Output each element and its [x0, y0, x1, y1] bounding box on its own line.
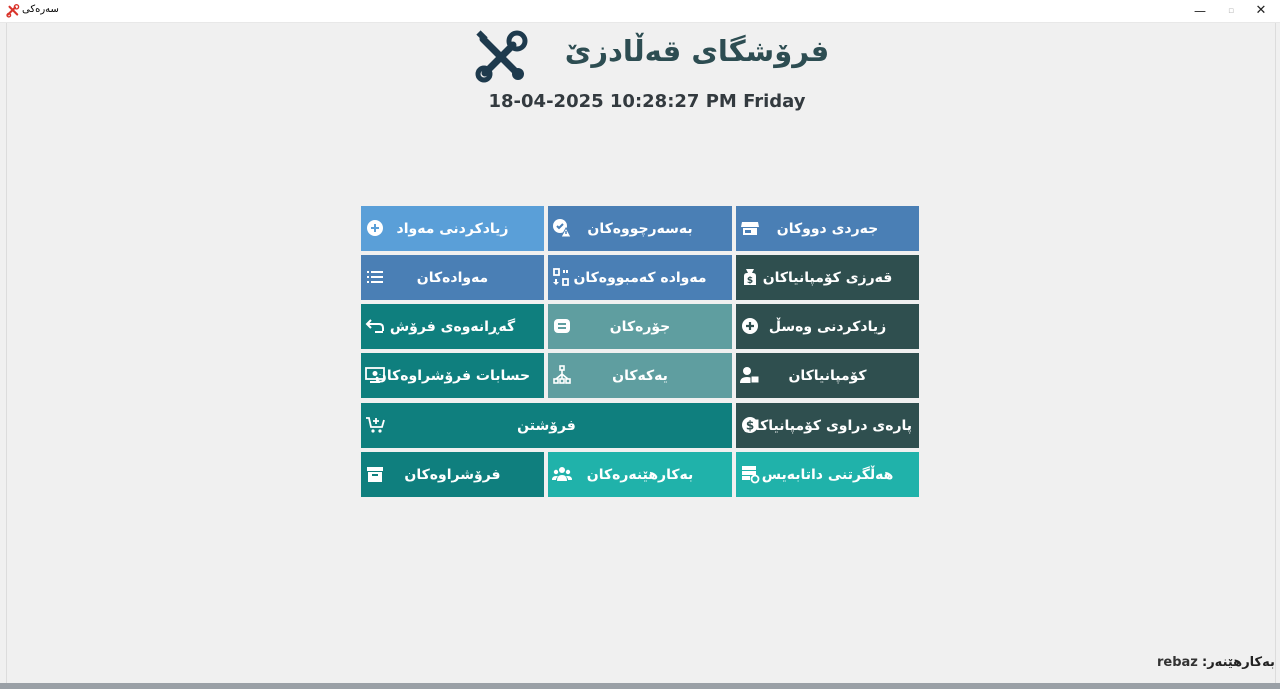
window-title: سەرەکی — [22, 4, 59, 15]
close-button[interactable]: ✕ — [1251, 3, 1271, 19]
items-button[interactable]: مەوادەکان — [361, 255, 544, 300]
hierarchy-icon — [552, 365, 572, 385]
plus-circle-icon — [740, 316, 760, 336]
company-debts-label: قەرزی کۆمپانیاکان — [762, 269, 893, 286]
selling-button[interactable]: فرۆشتن — [361, 403, 732, 448]
svg-text:$: $ — [746, 419, 754, 433]
units-label: یەکەکان — [612, 367, 668, 384]
users-label: بەکارهێنەرەکان — [586, 466, 694, 483]
backup-database-button[interactable]: هەڵگرتنی داتابەیس — [736, 452, 919, 497]
cash-register-icon — [365, 365, 385, 385]
selling-label: فرۆشتن — [517, 417, 576, 434]
maximize-button[interactable]: ▫ — [1221, 3, 1241, 19]
sold-items-button[interactable]: فرۆشراوەکان — [361, 452, 544, 497]
company-debts-button[interactable]: $ قەرزی کۆمپانیاکان — [736, 255, 919, 300]
store-icon — [740, 218, 760, 238]
expired-label: بەسەرچووەکان — [587, 220, 693, 237]
database-backup-icon — [740, 464, 760, 484]
companies-label: کۆمپانیاکان — [788, 367, 867, 384]
list-icon — [365, 267, 385, 287]
sales-accounts-label: حسابات فرۆشراوەکان — [374, 367, 531, 384]
category-icon — [552, 316, 572, 336]
company-payments-button[interactable]: $ پارەی دراوی کۆمپانیاکان — [736, 403, 919, 448]
low-stock-label: مەوادە کەمبووەکان — [573, 269, 707, 286]
categories-button[interactable]: جۆرەکان — [548, 304, 732, 349]
minimize-button[interactable]: — — [1190, 3, 1210, 19]
shop-inventory-label: جەردی دووکان — [776, 220, 879, 237]
units-button[interactable]: یەکەکان — [548, 353, 732, 398]
svg-text:$: $ — [747, 276, 753, 286]
add-receipt-button[interactable]: زیادکردنی وەسڵ — [736, 304, 919, 349]
shop-inventory-button[interactable]: جەردی دووکان — [736, 206, 919, 251]
low-stock-icon — [552, 267, 572, 287]
sales-accounts-button[interactable]: حسابات فرۆشراوەکان — [361, 353, 544, 398]
add-receipt-label: زیادکردنی وەسڵ — [768, 318, 887, 335]
add-items-label: زیادکردنی مەواد — [396, 220, 509, 237]
returns-label: گەڕانەوەی فرۆش — [389, 318, 516, 335]
main-panel: فرۆشگای قەڵادزێ 18-04-2025 10:28:27 PM F… — [6, 23, 1276, 683]
window-bottom-border — [0, 683, 1280, 689]
tools-icon — [475, 30, 528, 83]
companies-button[interactable]: کۆمپانیاکان — [736, 353, 919, 398]
window-titlebar: سەرەکی — ▫ ✕ — [0, 0, 1280, 23]
users-icon — [552, 464, 572, 484]
return-arrow-icon — [365, 316, 385, 336]
plus-circle-icon — [365, 218, 385, 238]
expired-warning-icon — [552, 218, 572, 238]
backup-database-label: هەڵگرتنی داتابەیس — [761, 466, 894, 483]
money-bag-icon: $ — [740, 267, 760, 287]
current-username: rebaz — [1157, 655, 1198, 670]
current-user-label: بەکارهێنەر: — [1202, 655, 1275, 670]
datetime-display: 18-04-2025 10:28:27 PM Friday — [488, 91, 806, 112]
tools-icon — [6, 4, 20, 18]
dollar-circle-icon: $ — [740, 415, 760, 435]
expired-button[interactable]: بەسەرچووەکان — [548, 206, 732, 251]
sold-items-label: فرۆشراوەکان — [404, 466, 501, 483]
returns-button[interactable]: گەڕانەوەی فرۆش — [361, 304, 544, 349]
items-label: مەوادەکان — [416, 269, 489, 286]
cart-add-icon — [365, 415, 385, 435]
company-payments-label: پارەی دراوی کۆمپانیاکان — [742, 417, 913, 434]
archive-box-icon — [365, 464, 385, 484]
users-button[interactable]: بەکارهێنەرەکان — [548, 452, 732, 497]
company-user-icon — [740, 365, 760, 385]
add-items-button[interactable]: زیادکردنی مەواد — [361, 206, 544, 251]
low-stock-button[interactable]: مەوادە کەمبووەکان — [548, 255, 732, 300]
categories-label: جۆرەکان — [609, 318, 671, 335]
shop-title: فرۆشگای قەڵادزێ — [564, 34, 830, 68]
